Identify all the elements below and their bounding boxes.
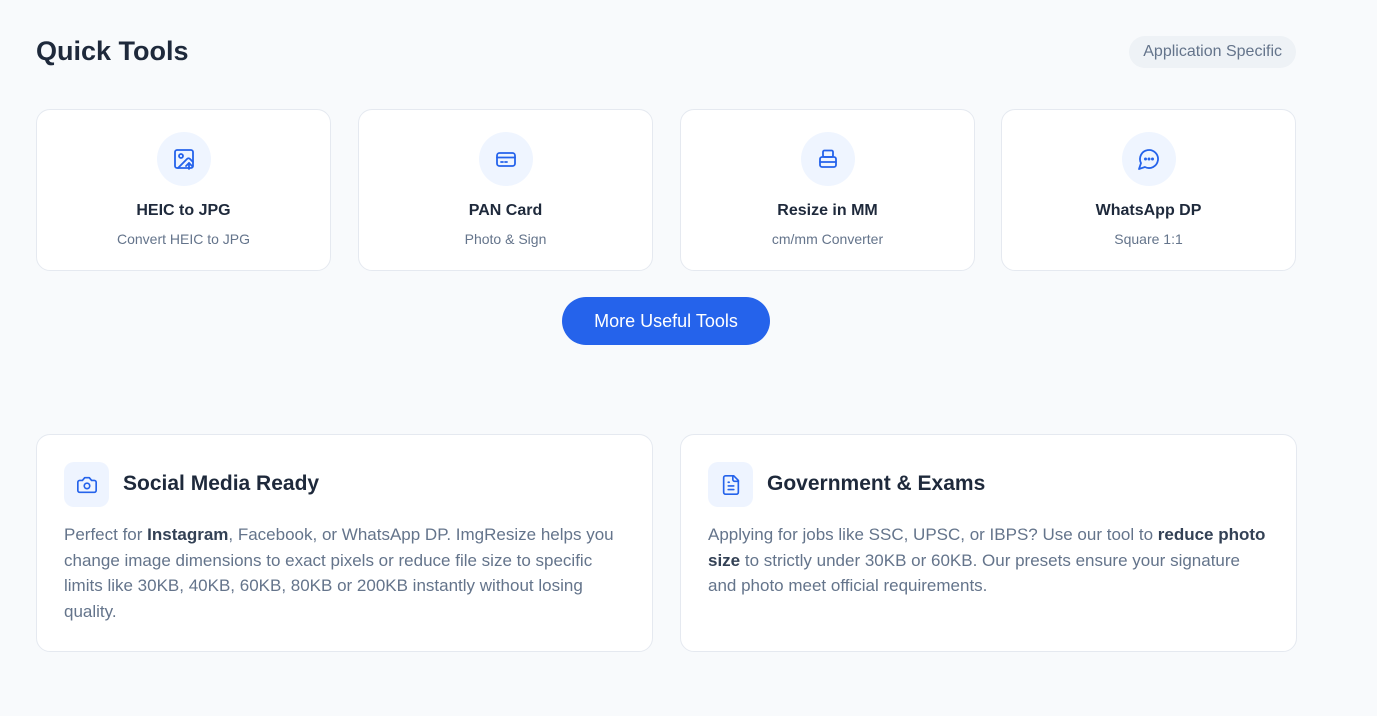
tool-card-heic-to-jpg[interactable]: HEIC to JPG Convert HEIC to JPG [36,109,331,271]
tool-title: PAN Card [468,202,543,219]
image-upload-icon [156,132,211,186]
page: Quick Tools Application Specific HEIC to… [0,0,1377,716]
document-icon [708,462,753,507]
info-card-text: Perfect for Instagram, Facebook, or What… [64,522,626,625]
tool-title: Resize in MM [777,202,878,219]
tool-subtitle: cm/mm Converter [771,231,884,247]
info-card-text: Applying for jobs like SSC, UPSC, or IBP… [708,522,1270,599]
tool-card-whatsapp-dp[interactable]: WhatsApp DP Square 1:1 [1001,109,1296,271]
info-card-title: Social Media Ready [123,472,320,495]
tool-card-pan-card[interactable]: PAN Card Photo & Sign [358,109,653,271]
quick-tools-grid: HEIC to JPG Convert HEIC to JPG PAN Card… [36,109,1296,271]
body-text: Applying for jobs like SSC, UPSC, or IBP… [708,525,1158,544]
chat-bubble-icon [1121,132,1176,186]
emphasis-text: Instagram [147,525,229,544]
application-specific-badge: Application Specific [1129,36,1296,68]
tool-title: HEIC to JPG [136,202,231,219]
tool-subtitle: Photo & Sign [464,231,547,247]
id-card-icon [478,132,533,186]
tool-card-resize-in-mm[interactable]: Resize in MM cm/mm Converter [680,109,975,271]
info-card-government-exams: Government & Exams Applying for jobs lik… [680,434,1297,652]
page-title: Quick Tools [36,36,189,66]
body-text: Perfect for [64,525,148,544]
tool-subtitle: Convert HEIC to JPG [116,231,251,247]
ruler-stack-icon [800,132,855,186]
header: Quick Tools Application Specific [36,30,1296,76]
more-useful-tools-button[interactable]: More Useful Tools [562,297,770,345]
camera-icon [64,462,109,507]
tool-subtitle: Square 1:1 [1114,231,1183,247]
tool-title: WhatsApp DP [1095,202,1202,219]
info-card-social-media: Social Media Ready Perfect for Instagram… [36,434,653,652]
info-card-title: Government & Exams [767,472,986,495]
body-text: to strictly under 30KB or 60KB. Our pres… [708,550,1240,596]
